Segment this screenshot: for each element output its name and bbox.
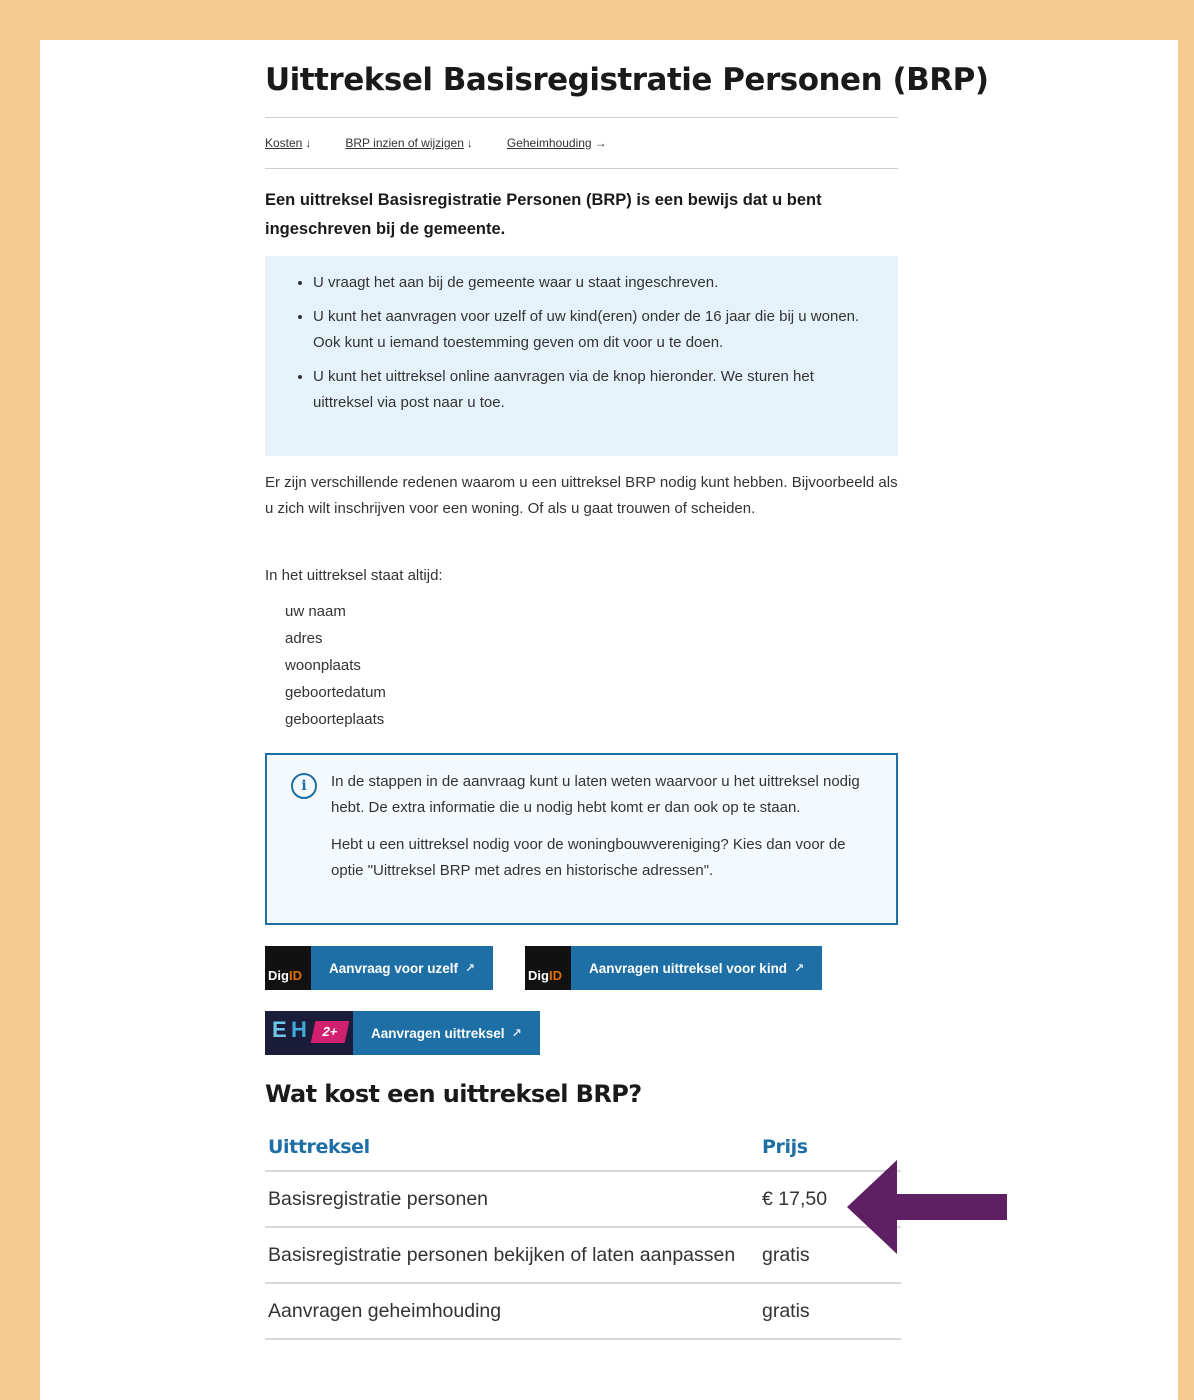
button-label: Aanvraag voor uzelf ↗	[311, 946, 494, 990]
arrow-left-icon	[847, 1160, 1007, 1254]
costs-table: Uittreksel Prijs Basisregistratie person…	[265, 1130, 901, 1340]
info-box: i In de stappen in de aanvraag kunt u la…	[265, 753, 898, 925]
page: Uittreksel Basisregistratie Personen (BR…	[40, 40, 1178, 1400]
logo-text: ID	[548, 968, 562, 983]
page-title: Uittreksel Basisregistratie Personen (BR…	[265, 62, 989, 98]
anchor-label: BRP inzien of wijzigen	[345, 136, 464, 150]
external-link-icon: ↗	[511, 1026, 522, 1040]
list-item: U kunt het aanvragen voor uzelf of uw ki…	[313, 304, 878, 356]
summary-list: U vraagt het aan bij de gemeente waar u …	[265, 256, 898, 416]
intro-text: Een uittreksel Basisregistratie Personen…	[265, 191, 822, 238]
logo-text: Dig	[268, 968, 289, 983]
divider	[265, 117, 898, 118]
digid-logo: DigID	[265, 946, 311, 990]
always-items: uw naam adres woonplaats geboortedatum g…	[285, 598, 386, 733]
button-label: Aanvragen uittreksel voor kind ↗	[571, 946, 823, 990]
list-item: geboorteplaats	[285, 711, 385, 728]
logo-text: E	[272, 1017, 287, 1042]
logo-text: ID	[288, 968, 302, 983]
logo-badge: 2+	[310, 1021, 350, 1043]
external-link-icon: ↗	[794, 961, 805, 975]
button-label: Aanvragen uittreksel ↗	[353, 1011, 540, 1055]
anchor-link-kosten[interactable]: Kosten ↓	[265, 136, 311, 150]
info-paragraph: In de stappen in de aanvraag kunt u late…	[331, 773, 860, 816]
costs-heading: Wat kost een uittreksel BRP?	[265, 1080, 642, 1108]
anchor-link-geheimhouding[interactable]: Geheimhouding →	[507, 136, 607, 150]
anchor-link-brp-inzien[interactable]: BRP inzien of wijzigen ↓	[345, 136, 473, 150]
button-text: Aanvragen uittreksel	[371, 1025, 505, 1041]
arrow-down-icon: ↓	[305, 136, 312, 150]
arrow-right-icon: →	[594, 136, 607, 150]
highlight-frame: Uittreksel Basisregistratie Personen (BR…	[14, 12, 1186, 1400]
logo-text: Dig	[528, 968, 549, 983]
aanvragen-kind-button[interactable]: DigID Aanvragen uittreksel voor kind ↗	[525, 946, 823, 990]
aanvragen-uittreksel-eh-button[interactable]: E H 2+ Aanvragen uittreksel ↗	[265, 1011, 540, 1055]
table-cell-price: gratis	[759, 1283, 901, 1340]
button-text: Aanvragen uittreksel voor kind	[589, 960, 788, 976]
logo-text: H	[291, 1017, 307, 1042]
anchor-nav: Kosten ↓ BRP inzien of wijzigen ↓ Geheimho…	[265, 136, 607, 150]
anchor-label: Kosten	[265, 136, 303, 150]
arrow-down-icon: ↓	[466, 136, 473, 150]
table-row: Aanvragen geheimhouding gratis	[265, 1283, 901, 1340]
table-cell-item: Basisregistratie personen bekijken of la…	[265, 1227, 759, 1284]
external-link-icon: ↗	[465, 961, 476, 975]
button-text: Aanvraag voor uzelf	[329, 960, 459, 976]
list-item: U vraagt het aan bij de gemeente waar u …	[313, 270, 878, 296]
table-cell-item: Aanvragen geheimhouding	[265, 1283, 759, 1340]
reasons-paragraph: Er zijn verschillende redenen waarom u e…	[265, 474, 898, 517]
info-text: In de stappen in de aanvraag kunt u late…	[331, 769, 876, 895]
divider	[265, 168, 898, 169]
table-header-row: Uittreksel Prijs	[265, 1130, 901, 1172]
info-icon: i	[291, 773, 317, 799]
list-item: geboortedatum	[285, 684, 386, 701]
anchor-label: Geheimhouding	[506, 136, 592, 150]
table-cell-item: Basisregistratie personen	[265, 1171, 759, 1228]
list-item: uw naam	[285, 603, 346, 620]
eherkenning-logo: E H 2+	[265, 1011, 353, 1055]
info-paragraph: Hebt u een uittreksel nodig voor de woni…	[331, 836, 846, 879]
always-label: In het uittreksel staat altijd:	[265, 567, 443, 584]
table-row: Basisregistratie personen € 17,50	[265, 1171, 901, 1228]
list-item: U kunt het uittreksel online aanvragen v…	[313, 364, 878, 416]
summary-box: U vraagt het aan bij de gemeente waar u …	[265, 256, 898, 456]
list-item: adres	[285, 630, 323, 647]
column-header-uittreksel: Uittreksel	[265, 1130, 759, 1172]
aanvraag-uzelf-button[interactable]: DigID Aanvraag voor uzelf ↗	[265, 946, 494, 990]
digid-logo: DigID	[525, 946, 571, 990]
list-item: woonplaats	[285, 657, 361, 674]
table-row: Basisregistratie personen bekijken of la…	[265, 1227, 901, 1284]
